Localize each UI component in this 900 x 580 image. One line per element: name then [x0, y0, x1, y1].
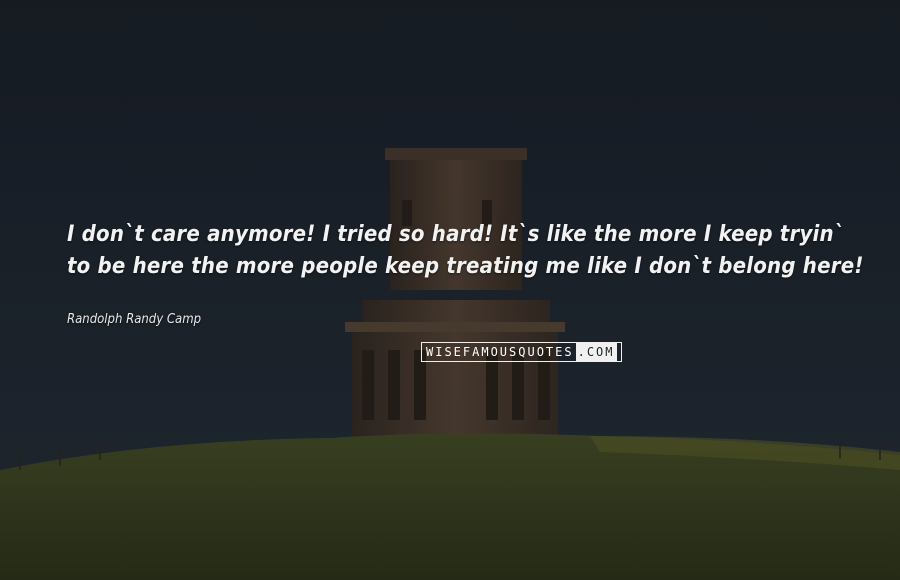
watermark-logo: WISEFAMOUSQUOTES .COM: [421, 342, 622, 362]
watermark-right: .COM: [575, 343, 617, 361]
quote-text: I don`t care anymore! I tried so hard! I…: [67, 222, 864, 279]
background-photo: [0, 0, 900, 580]
quote-image: I don`t care anymore! I tried so hard! I…: [0, 0, 900, 580]
watermark-left: WISEFAMOUSQUOTES: [426, 345, 574, 359]
quote-author: Randolph Randy Camp: [67, 312, 202, 327]
